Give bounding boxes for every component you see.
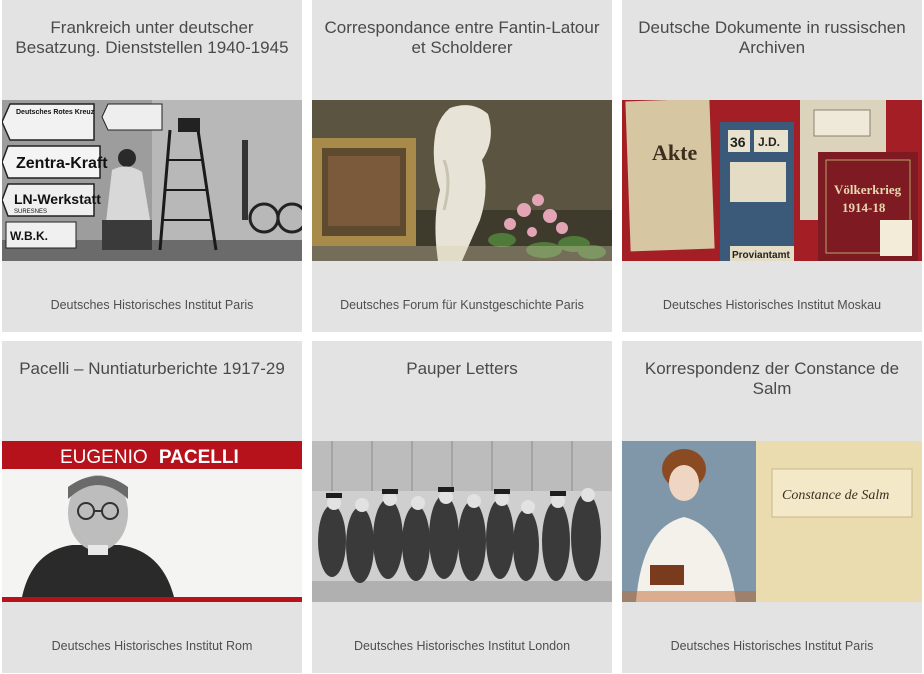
card-institute: Deutsches Historisches Institut London: [353, 639, 571, 653]
banner-text: EUGENIO: [60, 447, 148, 468]
sign-text: Zentra-Kraft: [16, 155, 108, 172]
card-image-still-life[interactable]: [312, 100, 612, 261]
card-title: Korrespondenz der Constance de Salm: [644, 359, 900, 398]
project-card-constance-de-salm[interactable]: Korrespondenz der Constance de Salm Cons…: [622, 341, 922, 673]
file-label: 1914-18: [842, 200, 886, 215]
project-card-fantin-latour[interactable]: Correspondance entre Fantin-Latour et Sc…: [312, 0, 612, 332]
file-label: Proviantamt: [732, 250, 790, 261]
archive-files-photo: Akte 36 J.D. Proviantamt Völkerkrieg 191…: [622, 100, 922, 261]
sign-text: Deutsches Rotes Kreuz: [16, 109, 95, 116]
card-image-constance[interactable]: Constance de Salm: [622, 441, 922, 602]
signature: Constance de Salm: [782, 488, 889, 503]
card-institute: Deutsches Forum für Kunstgeschichte Pari…: [340, 298, 584, 312]
card-title: Correspondance entre Fantin-Latour et Sc…: [324, 18, 600, 57]
card-title: Pacelli – Nuntiaturberichte 1917-29: [19, 359, 285, 378]
constance-portrait: Constance de Salm: [622, 441, 922, 602]
still-life-painting: [312, 100, 612, 261]
project-card-frankreich[interactable]: Frankreich unter deutscher Besatzung. Di…: [2, 0, 302, 332]
sign-text: LN-Werkstatt: [14, 191, 101, 207]
pacelli-portrait: EUGENIO PACELLI: [2, 441, 302, 602]
card-image-crowd[interactable]: [312, 441, 612, 602]
card-image-street-signs[interactable]: Deutsches Rotes Kreuz Zentra-Kraft LN-We…: [2, 100, 302, 261]
file-label: 36: [730, 134, 746, 150]
project-grid: Frankreich unter deutscher Besatzung. Di…: [0, 0, 924, 674]
card-title: Deutsche Dokumente in russischen Archive…: [638, 18, 906, 57]
project-card-russische-archive[interactable]: Deutsche Dokumente in russischen Archive…: [622, 0, 922, 332]
card-title: Pauper Letters: [406, 359, 518, 378]
crowd-engraving: [312, 441, 612, 602]
file-label: Völkerkrieg: [834, 182, 902, 197]
project-card-pauper-letters[interactable]: Pauper Letters Deutsches Historisches In…: [312, 341, 612, 673]
file-label: Akte: [652, 140, 697, 165]
card-institute: Deutsches Historisches Institut Paris: [50, 298, 254, 312]
sign-text: SURESNES: [14, 209, 47, 215]
card-institute: Deutsches Historisches Institut Moskau: [662, 298, 882, 312]
street-signs-photo: Deutsches Rotes Kreuz Zentra-Kraft LN-We…: [2, 100, 302, 261]
sign-text: W.B.K.: [10, 229, 48, 243]
card-image-archive-files[interactable]: Akte 36 J.D. Proviantamt Völkerkrieg 191…: [622, 100, 922, 261]
svg-text:EUGENIO PACELLI: EUGENIO PACELLI: [60, 447, 239, 468]
banner-text-bold: PACELLI: [159, 447, 239, 468]
card-image-pacelli[interactable]: EUGENIO PACELLI: [2, 441, 302, 602]
card-institute: Deutsches Historisches Institut Paris: [670, 639, 874, 653]
file-label: J.D.: [758, 135, 780, 149]
card-institute: Deutsches Historisches Institut Rom: [51, 639, 253, 653]
project-card-pacelli[interactable]: Pacelli – Nuntiaturberichte 1917-29 EUGE…: [2, 341, 302, 673]
card-title: Frankreich unter deutscher Besatzung. Di…: [15, 18, 289, 57]
